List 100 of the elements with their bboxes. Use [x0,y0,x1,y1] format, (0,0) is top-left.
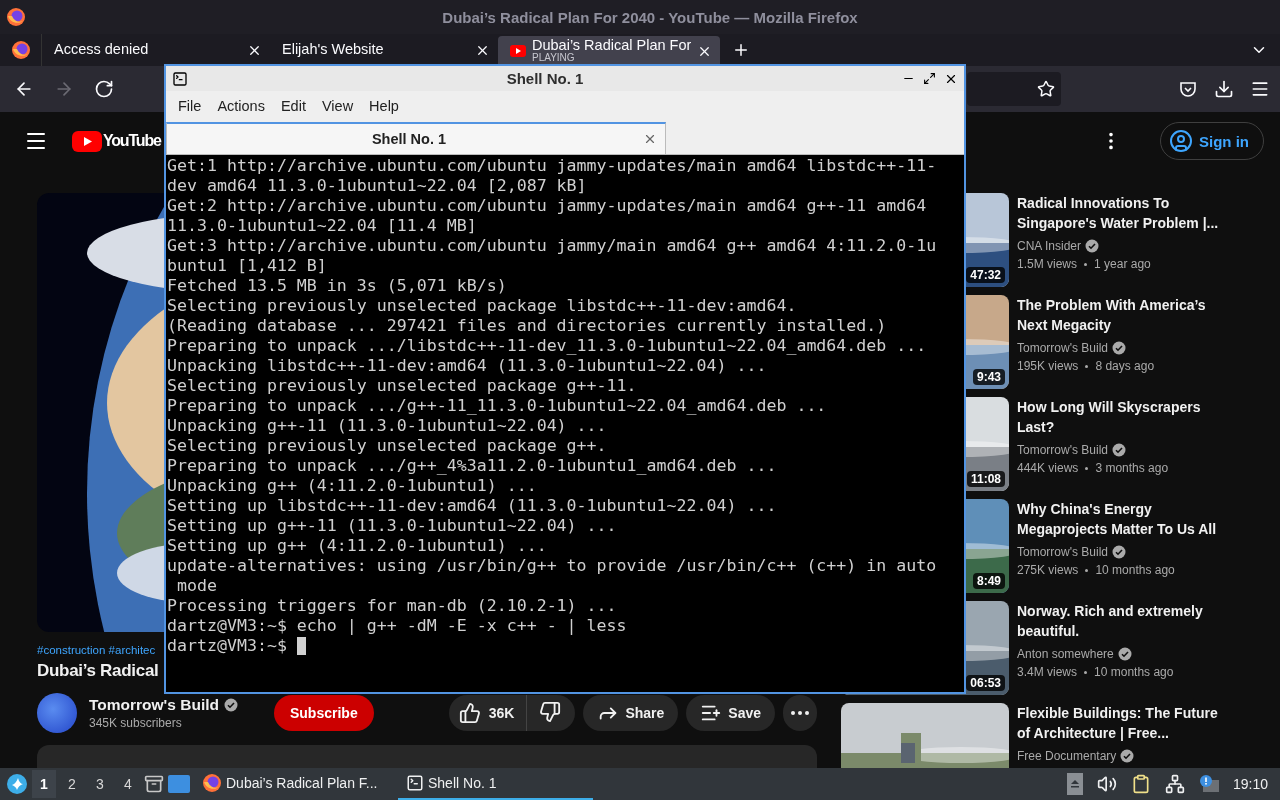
tab-status: PLAYING [532,53,576,64]
site-logo[interactable]: YouTube [72,130,161,152]
thumbs-down-icon [539,700,562,723]
terminal-tab[interactable]: Shell No. 1 [166,122,666,154]
verified-icon [1112,443,1126,457]
thumbs-up-icon [458,702,481,724]
video-link[interactable]: Flexible Buildings: The Future of Architecture | Free... [1017,703,1227,743]
verified-icon [1120,749,1135,763]
terminal-line: Setting up g++ (4:11.2.0-1ubuntu1) ... [167,536,547,556]
video-duration: 11:08 [966,471,1005,487]
verified-icon [1112,545,1126,559]
terminal-line: Unpacking libstdc++-11-dev:amd64 (11.3.0-1ubuntu1~22.04) ... [167,356,767,376]
menu-item[interactable]: Edit [272,98,314,114]
video-link[interactable]: How Long Will Skyscrapers Last? [1017,397,1227,437]
subscribe-button[interactable]: Subscribe [274,695,374,731]
new-tab-icon[interactable] [732,41,750,59]
terminal-line: Selecting previously unselected package g++. [167,436,607,456]
taskbar-task[interactable]: Shell No. 1 [398,768,593,800]
text-cursor [296,637,306,655]
terminal-line: Setting up libstdc++-11-dev:amd64 (11.3.0-1ubuntu1~22.04) ... [167,496,777,516]
separator-dot [1084,670,1088,674]
terminal-line: dartz@VM3:~$ echo | g++ -dM -E -x c++ - | less [167,616,627,636]
video-link[interactable]: Why China's Energy Megaprojects Matter To Us All [1017,499,1227,539]
channel-name[interactable]: Tomorrow's Build [1017,543,1108,561]
terminal-line: Setting up g++-11 (11.3.0-1ubuntu1~22.04) ... [167,516,617,536]
file-manager-icon[interactable] [144,774,164,794]
workspace-button[interactable]: 4 [116,770,140,798]
separator-dot [1084,262,1088,266]
browser-tab[interactable]: Elijah's Website [270,34,498,66]
view-count: 195K views [1017,358,1079,375]
star-icon[interactable] [1037,80,1055,98]
more-button[interactable] [783,695,817,731]
channel-name[interactable]: Anton somewhere [1017,645,1114,663]
upload-age: 8 days ago [1095,358,1155,375]
launcher-icon[interactable] [6,773,28,795]
video-title: Dubai’s Radical [37,661,159,681]
upload-age: 1 year ago [1094,256,1151,273]
upload-age: 10 months ago [1094,664,1174,681]
menu-item[interactable]: File [170,98,210,114]
view-count: 3.4M views [1017,664,1078,681]
menu-item[interactable]: Help [361,98,407,114]
menu-item[interactable]: Actions [209,98,273,114]
upload-age: 10 months ago [1095,562,1175,579]
terminal-line: (Reading database ... 297421 files and directories currently installed.) [167,316,887,336]
channel-name[interactable]: Free Documentary [1017,747,1117,765]
separator-dot [1085,364,1089,368]
workspace-button[interactable]: 1 [32,770,56,798]
user-icon [1169,129,1193,153]
video-duration: 47:32 [966,267,1005,283]
view-count: 275K views [1017,562,1079,579]
separator-dot [1085,466,1089,470]
browser-tab[interactable]: Dubai’s Radical Plan For PLAYING [498,36,720,66]
download-icon[interactable] [1214,79,1234,99]
terminal-line: Fetched 13.5 MB in 3s (5,071 kB/s) [167,276,507,296]
network-icon[interactable] [1164,774,1185,794]
video-link[interactable]: The Problem With America’s Next Megacity [1017,295,1227,335]
video-duration: 06:53 [966,675,1005,691]
terminal-line: 11.3.0-1ubuntu1~22.04 [11.4 MB] [167,216,477,236]
video-duration: 9:43 [972,369,1005,385]
menu-item[interactable]: View [313,98,362,114]
verified-icon [1117,647,1132,661]
channel-name[interactable]: CNA Insider [1017,237,1082,255]
terminal-icon [406,774,424,792]
menu-icon[interactable] [1250,79,1270,99]
maximize-icon[interactable] [923,71,936,85]
shield-icon[interactable] [1178,79,1198,99]
terminal-line: dartz@VM3:~$ [167,636,287,656]
hashtags: #construction #architec [37,644,156,656]
verified-icon [1112,341,1126,355]
taskbar-task[interactable]: Dubai’s Radical Plan F... [194,768,394,800]
browser-icon [202,773,222,793]
save-button[interactable]: Save [686,695,775,731]
verified-icon [1085,239,1100,253]
url-field[interactable] [967,72,1061,106]
channel-name[interactable]: Tomorrow's Build [1017,339,1108,357]
notification-icon[interactable] [1198,774,1219,794]
eject-icon[interactable] [1066,773,1083,795]
channel-name[interactable]: Tomorrow's Build [1017,441,1108,459]
view-count: 1.5M views [1017,256,1078,273]
window-title: Shell No. 1 [505,70,585,87]
subscriber-count: 345K subscribers [89,716,183,730]
window-title: Dubai’s Radical Plan For 2040 - YouTube — Mozilla Firefox [441,8,859,26]
browser-icon [10,40,31,60]
share-button[interactable]: Share [583,695,679,731]
terminal-line: Get:1 http://archive.ubuntu.com/ubuntu jammy-updates/main amd64 libstdc++-11- [167,156,937,176]
play-logo-icon [72,130,102,152]
video-link[interactable]: Radical Innovations To Singapore's Water Problem |... [1017,193,1227,233]
workspace-button[interactable]: 2 [60,770,84,798]
video-link[interactable]: Norway. Rich and extremely beautiful. [1017,601,1227,641]
terminal-line: Get:3 http://archive.ubuntu.com/ubuntu jammy/main amd64 g++ amd64 4:11.2.0-1u [167,236,937,256]
terminal-icon [172,70,188,87]
terminal-line: Get:2 http://archive.ubuntu.com/ubuntu jammy-updates/main amd64 g++-11 amd64 [167,196,927,216]
terminal-line: mode [176,576,217,596]
channel-name[interactable]: Tomorrow's Build [89,696,219,714]
browser-tab[interactable]: Access denied [42,34,270,66]
channel-avatar[interactable] [37,693,77,733]
volume-icon[interactable] [1096,774,1117,794]
workspace-button[interactable]: 3 [88,770,112,798]
terminal-line: dev amd64 11.3.0-1ubuntu1~22.04 [2,087 kB] [167,176,587,196]
more-icon [791,711,809,715]
